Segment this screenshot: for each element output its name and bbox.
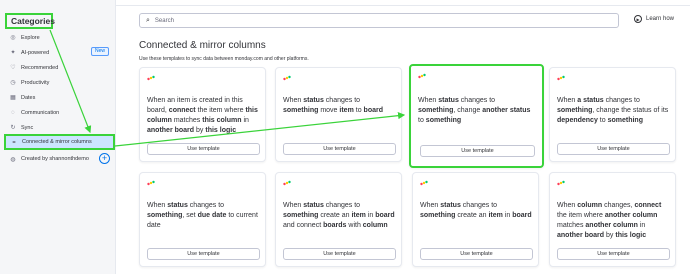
template-description: When status changes to something, change… [418, 97, 531, 124]
sidebar-item-recommended[interactable]: ♡ Recommended [0, 60, 116, 75]
template-card[interactable]: When status changes to something create … [412, 172, 539, 267]
template-description: When status changes to something create … [420, 202, 532, 219]
learn-how-link[interactable]: ▶ Learn how [634, 15, 674, 23]
use-template-button[interactable]: Use template [283, 143, 396, 155]
template-card[interactable]: When an item is created in this board, c… [139, 67, 266, 162]
monday-logo-icon [418, 73, 426, 79]
template-description: When an item is created in this board, c… [147, 97, 258, 134]
template-card[interactable]: When column changes, connect the item wh… [549, 172, 676, 267]
use-template-button[interactable]: Use template [283, 248, 396, 260]
use-template-button[interactable]: Use template [557, 143, 670, 155]
template-description: When column changes, connect the item wh… [557, 202, 662, 239]
sidebar-item-label: Recommended [21, 64, 59, 71]
monday-logo-icon [147, 180, 155, 186]
monday-logo-icon [147, 75, 155, 81]
use-template-button[interactable]: Use template [420, 248, 533, 260]
template-card-highlighted[interactable]: When status changes to something, change… [409, 64, 544, 168]
sidebar-item-dates[interactable]: ▦ Dates [0, 90, 116, 105]
sync-icon: ↻ [10, 125, 16, 131]
monday-logo-icon [557, 180, 565, 186]
template-card[interactable]: When status changes to something move it… [275, 67, 402, 162]
link-icon: ⚭ [11, 139, 17, 146]
sidebar-item-label: Dates [21, 94, 36, 101]
sidebar: Categories ◎ Explore ✦ AI-powered New ♡ … [0, 0, 116, 274]
sidebar-item-label: Sync [21, 124, 34, 131]
sidebar-item-created-by[interactable]: ◍ Created by shannonthdemo + [0, 152, 116, 166]
sidebar-item-connected-mirror-columns[interactable]: ⚭ Connected & mirror columns [4, 134, 115, 150]
sidebar-list: ◎ Explore ✦ AI-powered New ♡ Recommended… [0, 30, 116, 135]
person-icon: ◍ [10, 156, 16, 163]
top-divider [116, 5, 690, 6]
compass-icon: ◎ [10, 35, 16, 41]
monday-logo-icon [283, 180, 291, 186]
sidebar-item-label: Productivity [21, 79, 50, 86]
use-template-button[interactable]: Use template [420, 145, 535, 157]
use-template-button[interactable]: Use template [147, 248, 260, 260]
sidebar-item-label: Created by shannonthdemo [21, 156, 89, 162]
clock-icon: ◷ [10, 80, 16, 86]
play-icon: ▶ [634, 15, 642, 23]
sidebar-item-label: Communication [21, 109, 60, 116]
search-input[interactable]: ⌕ Search [139, 13, 619, 28]
monday-logo-icon [283, 75, 291, 81]
page-subtitle: Use these templates to sync data between… [139, 56, 309, 62]
sidebar-item-productivity[interactable]: ◷ Productivity [0, 75, 116, 90]
template-description: When status changes to something, set du… [147, 202, 258, 229]
categories-title: Categories [5, 13, 55, 29]
sidebar-item-label: Connected & mirror columns [22, 139, 92, 145]
page-title: Connected & mirror columns [139, 40, 266, 51]
monday-logo-icon [420, 180, 428, 186]
sidebar-item-communication[interactable]: ◌ Communication [0, 105, 116, 120]
template-card[interactable]: When a status changes to something, chan… [549, 67, 676, 162]
app-root: Categories ◎ Explore ✦ AI-powered New ♡ … [0, 0, 690, 274]
template-card[interactable]: When status changes to something, set du… [139, 172, 266, 267]
add-icon[interactable]: + [99, 153, 110, 164]
heart-icon: ♡ [10, 65, 16, 71]
monday-logo-icon [557, 75, 565, 81]
learn-how-label: Learn how [646, 16, 675, 22]
sparkle-icon: ✦ [10, 50, 16, 56]
calendar-icon: ▦ [10, 95, 16, 101]
template-description: When status changes to something move it… [283, 97, 383, 114]
sidebar-item-label: AI-powered [21, 49, 50, 56]
chat-icon: ◌ [11, 109, 15, 116]
search-icon: ⌕ [146, 16, 150, 24]
search-placeholder: Search [154, 17, 174, 24]
new-badge: New [91, 47, 110, 56]
sidebar-item-ai-powered[interactable]: ✦ AI-powered New [0, 45, 116, 60]
use-template-button[interactable]: Use template [557, 248, 670, 260]
use-template-button[interactable]: Use template [147, 143, 260, 155]
sidebar-item-explore[interactable]: ◎ Explore [0, 30, 116, 45]
template-card[interactable]: When status changes to something create … [275, 172, 402, 267]
sidebar-item-sync[interactable]: ↻ Sync [0, 120, 116, 135]
template-description: When status changes to something create … [283, 202, 395, 229]
sidebar-item-label: Explore [21, 34, 40, 41]
template-description: When a status changes to something, chan… [557, 97, 669, 124]
